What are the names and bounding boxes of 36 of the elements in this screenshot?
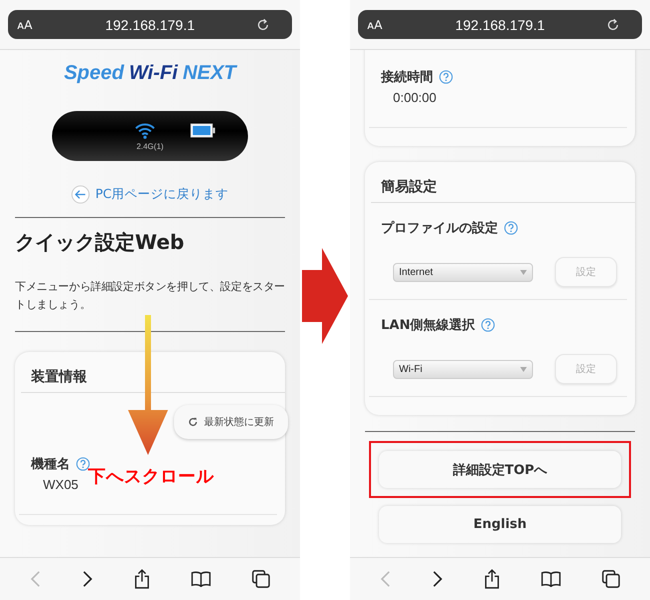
tabs-icon[interactable]: [252, 570, 270, 588]
nav-button[interactable]: 詳細設定TOPへ: [379, 451, 621, 488]
field-label: 接続時間: [381, 68, 433, 86]
wifi-icon: [134, 122, 156, 140]
nav-button[interactable]: English: [379, 506, 621, 543]
logo: Speed Wi-Fi NEXT: [64, 62, 236, 85]
address-bar[interactable]: ᴀA 192.168.179.1: [358, 10, 642, 39]
card-heading: 簡易設定: [371, 162, 635, 203]
help-icon[interactable]: [481, 318, 496, 332]
page-title: クイック設定Web: [15, 229, 186, 256]
scroll-down-label: 下へスクロール: [88, 466, 214, 488]
forward-icon[interactable]: [82, 570, 94, 588]
battery-icon: [190, 123, 216, 138]
help-icon[interactable]: [439, 70, 453, 84]
intro-text: 下メニューから詳細設定ボタンを押して、設定をスタートしましょう。: [15, 279, 285, 313]
forward-icon[interactable]: [432, 570, 444, 588]
share-icon[interactable]: [134, 569, 150, 589]
help-icon[interactable]: [504, 221, 518, 235]
dropdown-caret-icon: [520, 270, 527, 274]
tabs-icon[interactable]: [602, 570, 620, 588]
field-value: 0:00:00: [393, 90, 436, 105]
book-icon[interactable]: [540, 571, 561, 587]
right-arrow-icon: [302, 248, 348, 344]
field-label: 機種名: [31, 456, 70, 474]
help-icon[interactable]: [76, 457, 90, 472]
dropdown-caret-icon: [520, 366, 527, 372]
book-icon[interactable]: [190, 571, 211, 587]
back-link[interactable]: PC用ページに戻ります: [71, 185, 229, 204]
setting-label: プロファイルの設定: [381, 220, 498, 237]
field-value: WX05: [43, 477, 78, 492]
refresh-icon: [188, 417, 198, 428]
address-bar[interactable]: ᴀA 192.168.179.1: [8, 10, 292, 39]
setting-label: LAN側無線選択: [381, 317, 476, 334]
band-label: 2.4G(1): [136, 142, 164, 150]
share-icon[interactable]: [484, 569, 500, 589]
refresh-button[interactable]: 最新状態に更新: [174, 405, 288, 440]
